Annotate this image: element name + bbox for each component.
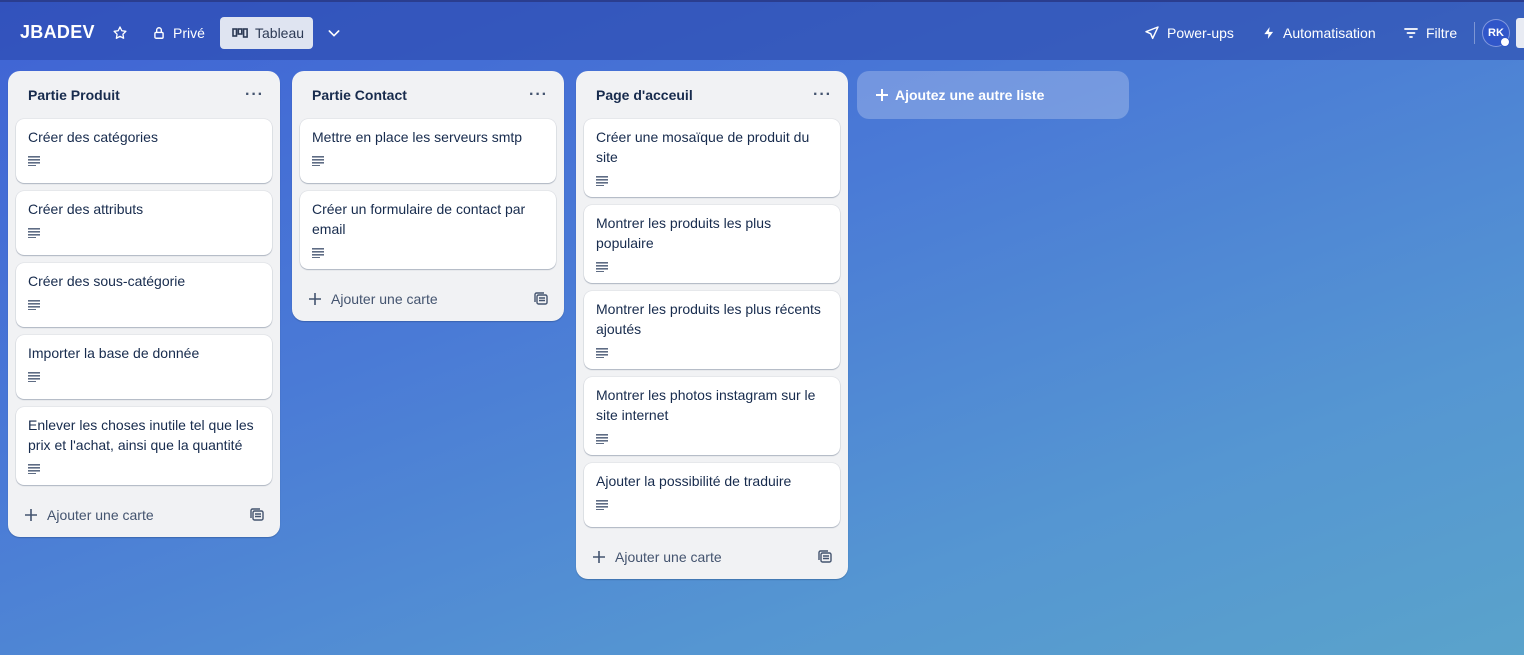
description-icon <box>28 225 260 241</box>
view-label: Tableau <box>255 25 305 41</box>
card-title: Créer des sous-catégorie <box>28 273 186 289</box>
rocket-icon <box>1145 26 1159 40</box>
card[interactable]: Montrer les produits les plus populaire <box>584 205 840 283</box>
card[interactable]: Ajouter la possibilité de traduire <box>584 463 840 527</box>
lock-icon <box>154 27 164 39</box>
view-options-button[interactable] <box>318 17 350 49</box>
list-footer: Ajouter une carte <box>576 535 848 579</box>
filter-icon <box>1404 28 1418 38</box>
card-title: Montrer les produits les plus récents aj… <box>596 301 821 337</box>
description-icon <box>596 173 828 189</box>
list-title[interactable]: Page d'acceuil <box>596 87 693 103</box>
board-title[interactable]: JBADEV <box>20 22 95 43</box>
description-icon <box>596 345 828 361</box>
list-menu-button[interactable]: ··· <box>813 87 832 103</box>
view-switcher-button[interactable]: Tableau <box>220 17 313 49</box>
powerups-label: Power-ups <box>1167 25 1234 41</box>
header-divider <box>1474 22 1475 44</box>
list-title[interactable]: Partie Contact <box>312 87 407 103</box>
powerups-button[interactable]: Power-ups <box>1136 17 1242 49</box>
list-menu-button[interactable]: ··· <box>529 87 548 103</box>
add-card-button[interactable]: Ajouter une carte <box>308 291 438 307</box>
plus-icon <box>876 89 888 101</box>
description-icon <box>596 497 828 513</box>
card[interactable]: Mettre en place les serveurs smtp <box>300 119 556 183</box>
card-title: Créer un formulaire de contact par email <box>312 201 526 237</box>
list-menu-button[interactable]: ··· <box>245 87 264 103</box>
lightning-icon <box>1264 27 1274 39</box>
card-title: Montrer les produits les plus populaire <box>596 215 772 251</box>
card[interactable]: Montrer les produits les plus récents aj… <box>584 291 840 369</box>
plus-icon <box>309 293 321 305</box>
chevron-down-icon <box>328 30 340 37</box>
description-icon <box>312 245 544 261</box>
card[interactable]: Montrer les photos instagram sur le site… <box>584 377 840 455</box>
board-header: JBADEV Privé Tableau Power-ups Automatis… <box>0 0 1524 60</box>
filter-label: Filtre <box>1426 25 1458 41</box>
template-icon[interactable] <box>250 508 264 522</box>
list-header: Page d'acceuil ··· <box>576 71 848 119</box>
description-icon <box>28 461 260 477</box>
add-list-label: Ajoutez une autre liste <box>895 87 1045 103</box>
automation-button[interactable]: Automatisation <box>1254 17 1384 49</box>
list-title[interactable]: Partie Produit <box>28 87 120 103</box>
description-icon <box>312 153 544 169</box>
description-icon <box>596 431 828 447</box>
template-icon[interactable] <box>818 550 832 564</box>
plus-icon <box>593 551 605 563</box>
card-title: Mettre en place les serveurs smtp <box>312 129 523 145</box>
list-footer: Ajouter une carte <box>8 493 280 537</box>
card[interactable]: Créer des catégories <box>16 119 272 183</box>
card-title: Créer des attributs <box>28 201 144 217</box>
list-partie-produit: Partie Produit ··· Créer des catégories … <box>8 71 280 537</box>
add-card-label: Ajouter une carte <box>615 549 722 565</box>
list-page-accueil: Page d'acceuil ··· Créer une mosaïque de… <box>576 71 848 579</box>
visibility-button[interactable]: Privé <box>144 17 213 49</box>
template-icon[interactable] <box>534 292 548 306</box>
description-icon <box>28 369 260 385</box>
description-icon <box>596 259 828 275</box>
add-card-label: Ajouter une carte <box>331 291 438 307</box>
star-icon <box>113 26 127 39</box>
description-icon <box>28 153 260 169</box>
admin-badge-icon <box>1500 37 1510 47</box>
add-list-button[interactable]: Ajoutez une autre liste <box>857 71 1129 119</box>
list-partie-contact: Partie Contact ··· Mettre en place les s… <box>292 71 564 321</box>
card-title: Créer une mosaïque de produit du site <box>596 129 810 165</box>
list-header: Partie Produit ··· <box>8 71 280 119</box>
plus-icon <box>25 509 37 521</box>
list-footer: Ajouter une carte <box>292 277 564 321</box>
card-title: Créer des catégories <box>28 129 158 145</box>
card[interactable]: Créer des sous-catégorie <box>16 263 272 327</box>
star-button[interactable] <box>104 17 136 49</box>
card[interactable]: Créer un formulaire de contact par email <box>300 191 556 269</box>
board-icon <box>232 28 248 38</box>
automation-label: Automatisation <box>1283 25 1376 41</box>
filter-button[interactable]: Filtre <box>1395 17 1465 49</box>
card[interactable]: Créer une mosaïque de produit du site <box>584 119 840 197</box>
card[interactable]: Enlever les choses inutile tel que les p… <box>16 407 272 485</box>
visibility-label: Privé <box>173 25 205 41</box>
list-header: Partie Contact ··· <box>292 71 564 119</box>
card[interactable]: Importer la base de donnée <box>16 335 272 399</box>
description-icon <box>28 297 260 313</box>
add-card-label: Ajouter une carte <box>47 507 154 523</box>
share-button[interactable] <box>1516 18 1524 48</box>
card-title: Ajouter la possibilité de traduire <box>596 473 792 489</box>
card-title: Enlever les choses inutile tel que les p… <box>28 417 254 453</box>
card-title: Montrer les photos instagram sur le site… <box>596 387 816 423</box>
add-card-button[interactable]: Ajouter une carte <box>24 507 154 523</box>
card[interactable]: Créer des attributs <box>16 191 272 255</box>
add-card-button[interactable]: Ajouter une carte <box>592 549 722 565</box>
card-title: Importer la base de donnée <box>28 345 200 361</box>
